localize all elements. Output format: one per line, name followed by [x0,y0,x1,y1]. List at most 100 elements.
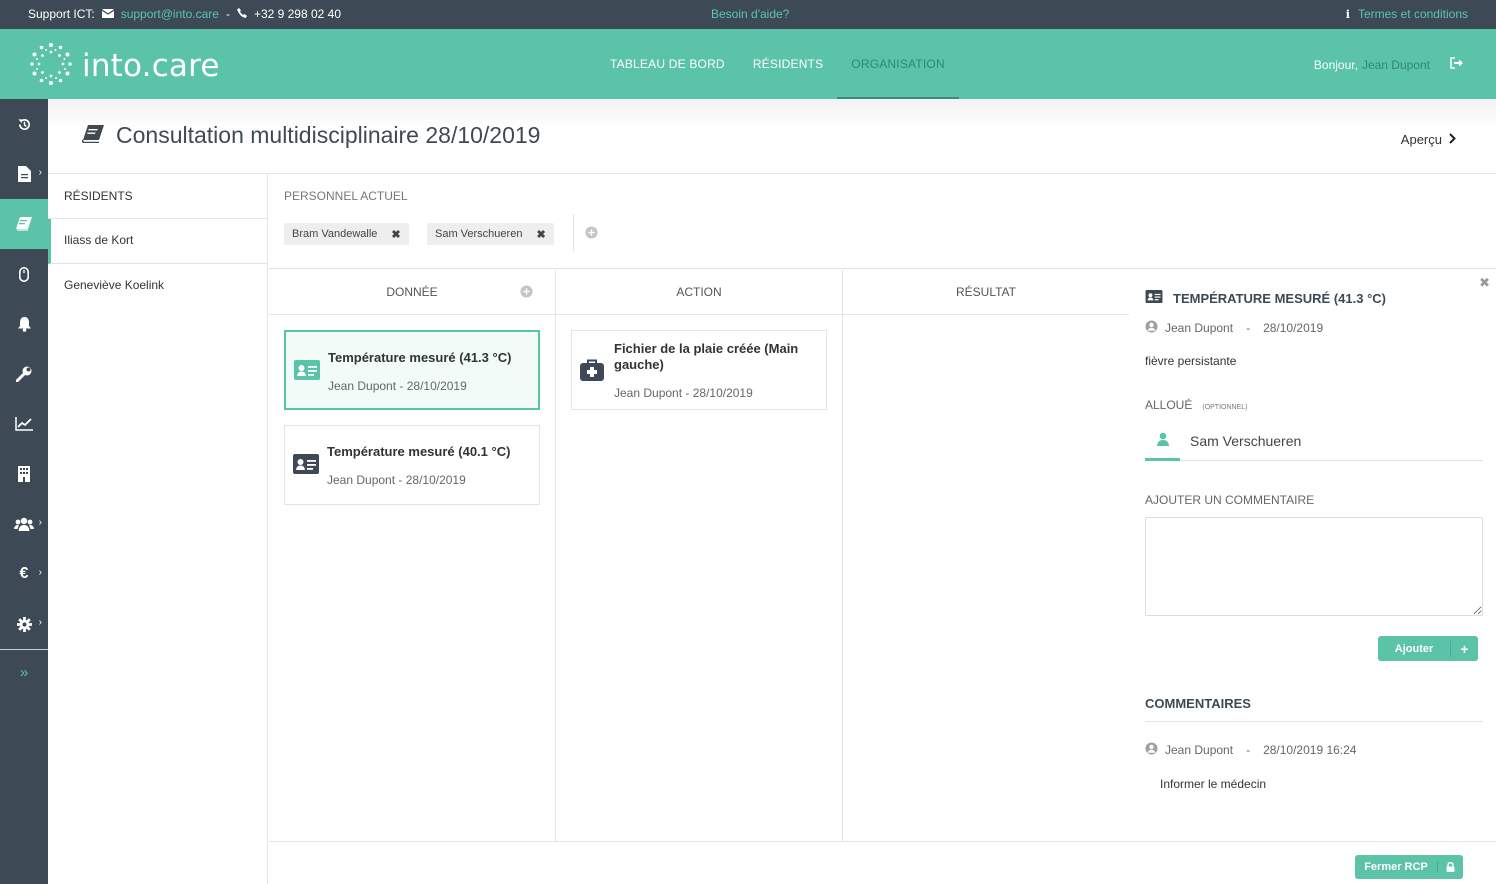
remove-icon[interactable]: ✖ [391,228,400,241]
detail-date: 28/10/2019 [1263,321,1324,335]
gear-icon[interactable]: › [0,599,48,649]
staff-chip: Bram Vandewalle ✖ [284,223,409,245]
user-icon [1145,419,1180,461]
detail-author: Jean Dupont [1165,321,1234,335]
phone-icon [236,7,247,21]
terms-link[interactable]: Termes et conditions [1358,7,1468,21]
help-link[interactable]: Besoin d'aide? [711,7,789,21]
data-card[interactable]: Température mesuré (40.1 °C) Jean Dupont… [284,425,540,505]
alloc-value: Sam Verschueren [1190,433,1302,449]
support-bar: Support ICT: support@into.care - +32 9 2… [0,0,1496,29]
nav-dashboard[interactable]: TABLEAU DE BORD [596,29,739,99]
add-comment-label: Ajouter [1394,642,1434,655]
chevron-right-icon: › [38,167,42,178]
meta-separator: - [1246,743,1251,757]
resident-item[interactable]: Geneviève Koelink [48,264,267,309]
book-icon[interactable] [0,199,48,249]
chevron-right-icon: › [38,517,42,528]
alloc-label: ALLOUÉ (OPTIONNEL) [1145,398,1247,412]
users-icon[interactable]: › [0,499,48,549]
preview-link[interactable]: Aperçu [1401,132,1456,147]
data-column-title: DONNÉE [386,285,438,299]
result-column-header: RÉSULTAT [843,270,1129,315]
card-title: Température mesuré (40.1 °C) [327,444,511,459]
comment-textarea[interactable] [1145,517,1483,616]
action-column: ACTION Fichier de la plaie créée (Main g… [556,270,843,842]
page-title-text: Consultation multidisciplinaire 28/10/20… [116,122,541,148]
staff-chip-label: Sam Verschueren [435,228,523,240]
detail-meta: Jean Dupont - 28/10/2019 [1145,320,1323,336]
user-circle-icon [1145,742,1158,758]
lock-icon [1437,862,1463,872]
chart-icon[interactable] [0,399,48,449]
plus-icon: + [1450,640,1478,657]
separator: - [225,7,230,21]
data-column: DONNÉE Température mesuré (41.3 °C) Jean… [269,270,556,842]
logo-text: into.care [82,47,220,84]
meta-separator: - [1246,321,1251,335]
comment-date: 28/10/2019 16:24 [1263,743,1357,757]
medkit-icon [580,359,604,384]
euro-icon[interactable]: € › [0,549,48,599]
card-meta: Jean Dupont - 28/10/2019 [328,379,467,393]
close-rcp-label: Fermer RCP [1364,861,1428,873]
preview-label: Aperçu [1400,132,1442,147]
left-sidebar: › › € › › » [0,99,48,884]
logo[interactable]: into.care [28,41,220,90]
chevron-right-icon: › [38,567,42,578]
residents-list: RÉSIDENTS Iliass de Kort Geneviève Koeli… [48,174,268,884]
close-icon[interactable]: ✖ [1479,275,1490,291]
support-email-link[interactable]: support@into.care [121,7,219,21]
nav-organisation[interactable]: ORGANISATION [837,29,959,99]
action-card[interactable]: Fichier de la plaie créée (Main gauche) … [571,330,827,410]
staff-chip: Sam Verschueren ✖ [427,223,554,245]
mouse-icon[interactable] [0,249,48,299]
action-column-header: ACTION [556,270,842,315]
support-label: Support ICT: [28,7,95,21]
detail-panel: ✖ TEMPÉRATURE MESURÉ (41.3 °C) Jean Dupo… [1129,269,1496,841]
document-icon[interactable]: › [0,149,48,199]
id-card-icon [293,454,319,477]
comments-header: COMMENTAIRES [1145,696,1483,722]
card-meta: Jean Dupont - 28/10/2019 [327,473,466,487]
alloc-label-text: ALLOUÉ [1145,398,1193,412]
main-header: into.care TABLEAU DE BORD RÉSIDENTS ORGA… [0,29,1496,99]
expand-sidebar-icon[interactable]: » [0,664,48,681]
bell-icon[interactable] [0,299,48,349]
alloc-field[interactable]: Sam Verschueren [1145,419,1483,461]
staff-label: PERSONNEL ACTUEL [284,189,408,203]
comment-author: Jean Dupont [1165,743,1234,757]
logo-mark-icon [28,41,74,90]
chevron-right-icon [1449,132,1456,147]
data-card[interactable]: Température mesuré (41.3 °C) Jean Dupont… [284,330,540,410]
building-icon[interactable] [0,449,48,499]
wrench-icon[interactable] [0,349,48,399]
nav-residents[interactable]: RÉSIDENTS [739,29,837,99]
user-circle-icon [1145,320,1158,336]
close-rcp-button[interactable]: Fermer RCP [1355,855,1463,879]
greeting-text: Bonjour, [1313,57,1358,72]
user-greeting: Bonjour, Jean Dupont [1314,57,1464,72]
detail-description: fièvre persistante [1145,354,1237,368]
user-name[interactable]: Jean Dupont [1362,58,1430,72]
add-data-icon[interactable] [520,285,533,301]
logout-icon[interactable] [1450,57,1464,72]
add-staff-icon[interactable] [585,226,598,242]
remove-icon[interactable]: ✖ [536,228,545,241]
sidebar-divider [0,649,48,650]
support-phone[interactable]: +32 9 298 02 40 [254,7,341,21]
comment-label: AJOUTER UN COMMENTAIRE [1145,493,1315,507]
result-column-title: RÉSULTAT [955,285,1016,299]
detail-title-text: TEMPÉRATURE MESURÉ (41.3 °C) [1173,290,1386,306]
card-meta: Jean Dupont - 28/10/2019 [614,386,753,400]
add-comment-button[interactable]: Ajouter + [1378,636,1478,661]
staff-divider [573,214,574,252]
current-staff: PERSONNEL ACTUEL Bram Vandewalle ✖ Sam V… [269,174,1496,269]
history-icon[interactable] [0,99,48,149]
resident-item[interactable]: Iliass de Kort [48,219,267,264]
footer-bar: Fermer RCP [269,841,1496,884]
data-column-header: DONNÉE [269,270,555,315]
main-nav: TABLEAU DE BORD RÉSIDENTS ORGANISATION [596,29,959,99]
residents-header: RÉSIDENTS [48,174,267,219]
chevron-right-icon: › [38,617,42,628]
